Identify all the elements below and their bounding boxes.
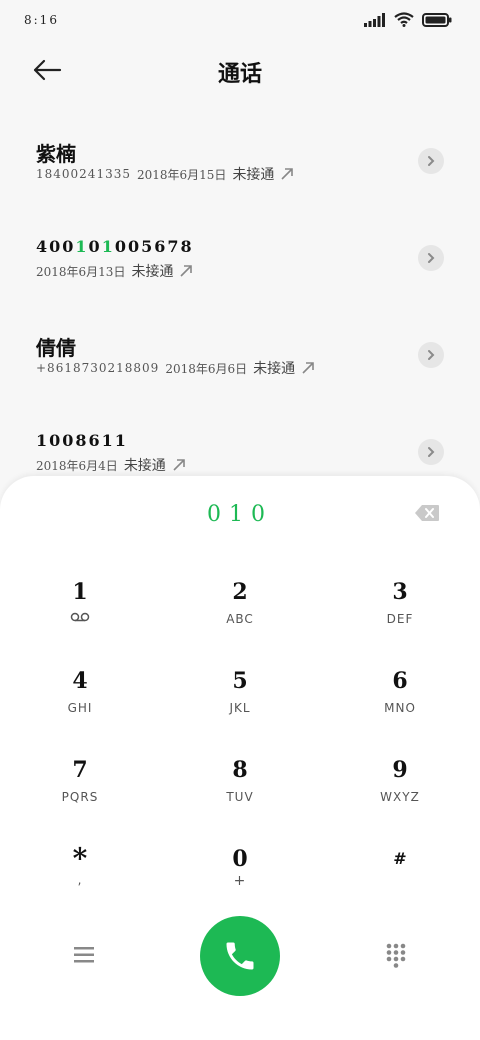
dial-display[interactable]: 010: [0, 502, 480, 527]
call-date: 2018年6月13日: [36, 264, 126, 279]
dialpad: 010 1 2 ABC 3 DEF 4 GHI 5 JKL 6 MNO 7 PQ…: [0, 476, 480, 1040]
status-bar: 8:16: [0, 0, 480, 40]
call-row[interactable]: 倩倩 +8618730218809 2018年6月6日 未接通: [0, 314, 480, 411]
status-icons: [364, 12, 452, 27]
wifi-icon: [394, 12, 414, 27]
call-date: 2018年6月15日: [136, 167, 227, 182]
key-1[interactable]: 1: [0, 578, 160, 667]
call-list: 紫楠 18400241335 2018年6月15日 未接通 4001010056…: [0, 120, 480, 508]
outgoing-call-icon: [180, 265, 193, 277]
call-meta: 18400241335 2018年6月15日 未接通: [36, 164, 294, 184]
details-button[interactable]: [418, 148, 444, 174]
call-status: 未接通: [131, 264, 174, 280]
keypad-row: 1 2 ABC 3 DEF: [0, 578, 480, 667]
dialpad-actions: [0, 916, 480, 996]
keypad-row: 7 PQRS 8 TUV 9 WXYZ: [0, 756, 480, 845]
call-button[interactable]: [200, 916, 280, 996]
key-5[interactable]: 5 JKL: [160, 667, 320, 756]
voicemail-icon: [70, 612, 90, 622]
key-8[interactable]: 8 TUV: [160, 756, 320, 845]
outgoing-call-icon: [173, 459, 185, 471]
keypad-row: 4 GHI 5 JKL 6 MNO: [0, 667, 480, 756]
call-row[interactable]: 紫楠 18400241335 2018年6月15日 未接通: [0, 120, 480, 217]
chevron-right-icon: [428, 350, 435, 360]
contact-name: 倩倩: [36, 336, 76, 360]
key-4[interactable]: 4 GHI: [0, 667, 160, 756]
call-status: 未接通: [253, 361, 296, 377]
header: 通话: [0, 40, 480, 100]
chevron-right-icon: [428, 447, 435, 457]
call-meta: 2018年6月13日 未接通: [36, 261, 193, 281]
key-7[interactable]: 7 PQRS: [0, 756, 160, 845]
chevron-right-icon: [428, 156, 435, 166]
status-time: 8:16: [24, 13, 59, 27]
key-9[interactable]: 9 WXYZ: [320, 756, 480, 845]
backspace-icon[interactable]: [414, 504, 440, 522]
contact-number: +8618730218809: [36, 361, 160, 375]
contact-number: 18400241335: [36, 167, 131, 181]
contact-name: 紫楠: [36, 142, 76, 166]
phone-icon: [226, 942, 254, 970]
call-status: 未接通: [232, 167, 275, 183]
contact-name: 400101005678: [36, 237, 194, 256]
details-button[interactable]: [418, 342, 444, 368]
call-date: 2018年6月6日: [165, 361, 248, 376]
page-title: 通话: [217, 61, 262, 87]
outgoing-call-icon: [302, 362, 314, 374]
call-row[interactable]: 400101005678 2018年6月13日 未接通: [0, 217, 480, 314]
call-meta: +8618730218809 2018年6月6日 未接通: [36, 358, 315, 378]
call-status: 未接通: [123, 458, 166, 474]
contact-name: 1008611: [36, 431, 128, 450]
keypad: 1 2 ABC 3 DEF 4 GHI 5 JKL 6 MNO 7 PQRS 8…: [0, 578, 480, 934]
key-6[interactable]: 6 MNO: [320, 667, 480, 756]
key-2[interactable]: 2 ABC: [160, 578, 320, 667]
outgoing-call-icon: [281, 168, 294, 180]
details-button[interactable]: [418, 245, 444, 271]
dialpad-icon[interactable]: [384, 942, 408, 968]
key-3[interactable]: 3 DEF: [320, 578, 480, 667]
details-button[interactable]: [418, 439, 444, 465]
chevron-right-icon: [428, 253, 435, 263]
signal-icon: [364, 12, 385, 27]
call-date: 2018年6月4日: [36, 458, 118, 473]
battery-icon: [422, 12, 452, 27]
call-meta: 2018年6月4日 未接通: [36, 455, 186, 475]
menu-icon[interactable]: [70, 944, 98, 966]
